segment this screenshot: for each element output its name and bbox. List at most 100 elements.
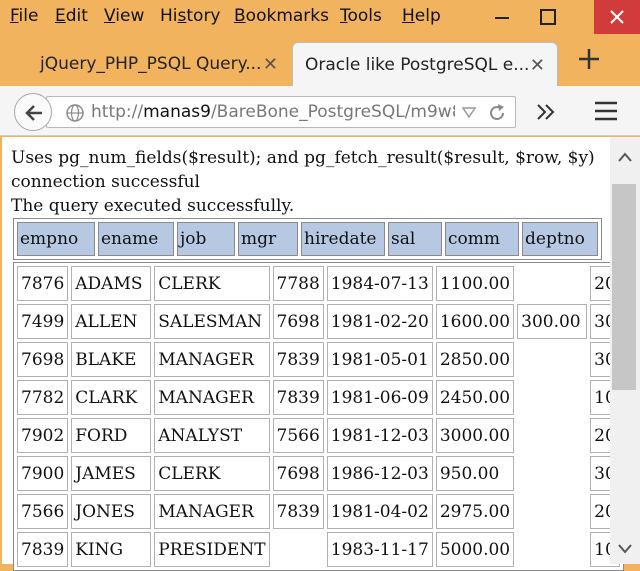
menu-tools[interactable]: Tools (340, 6, 382, 26)
minimize-button[interactable] (478, 0, 526, 34)
maximize-button[interactable] (524, 0, 572, 34)
table-cell-empno: 7698 (17, 342, 69, 377)
table-cell-job: MANAGER (154, 380, 270, 415)
table-cell-mgr (273, 532, 324, 567)
table-cell-mgr: 7839 (272, 494, 324, 529)
page-text-line: The query executed successfully. (11, 196, 295, 216)
table-cell-ename: CLARK (71, 380, 152, 415)
table-cell-mgr: 7566 (272, 418, 324, 453)
column-header: empno (17, 222, 95, 256)
tab-title: jQuery_PHP_PSQL Query... (40, 54, 262, 74)
tab-close-icon[interactable]: ✕ (263, 54, 278, 75)
table-cell-sal: 3000.00 (435, 418, 515, 453)
column-header: sal (388, 222, 442, 256)
table-cell-ename: ALLEN (71, 304, 152, 339)
table-cell-hiredate: 1986-12-03 (326, 456, 433, 491)
table-cell-sal: 5000.00 (435, 532, 515, 567)
table-cell-ename: FORD (71, 418, 152, 453)
table-cell-empno: 7876 (17, 266, 69, 301)
column-header: deptno (522, 222, 598, 256)
table-cell-hiredate: 1981-04-02 (326, 494, 433, 529)
back-button[interactable] (14, 93, 52, 131)
menu-help[interactable]: Help (402, 6, 441, 26)
table-cell-ename: ADAMS (71, 266, 152, 301)
menu-file[interactable]: File (10, 6, 38, 26)
table-cell-ename: JONES (71, 494, 152, 529)
table-cell-hiredate: 1981-02-20 (326, 304, 433, 339)
menu-bookmarks[interactable]: Bookmarks (234, 6, 329, 26)
reload-icon[interactable] (487, 103, 507, 123)
page-text-line: Uses pg_num_fields($result); and pg_fetc… (11, 148, 595, 168)
table-cell-sal: 2850.00 (435, 342, 515, 377)
new-tab-button[interactable] (574, 44, 604, 74)
table-cell-empno: 7902 (17, 418, 69, 453)
hamburger-menu-icon[interactable] (593, 99, 619, 123)
column-header: comm (445, 222, 519, 256)
table-cell-mgr: 7839 (272, 342, 324, 377)
close-window-button[interactable] (594, 0, 640, 34)
page-text-line: connection successful (11, 172, 200, 192)
tab-bar: jQuery_PHP_PSQL Query... ✕ Oracle like P… (0, 34, 640, 86)
table-cell-empno: 7499 (17, 304, 69, 339)
tab-jquery-php-psql[interactable]: jQuery_PHP_PSQL Query... ✕ (28, 42, 290, 86)
menu-edit[interactable]: Edit (55, 6, 88, 26)
table-cell-job: CLERK (154, 266, 270, 301)
table-cell-hiredate: 1984-07-13 (326, 266, 433, 301)
table-cell-comm (517, 380, 587, 415)
dropdown-arrow-icon[interactable] (461, 106, 477, 120)
close-icon (610, 10, 624, 24)
table-cell-sal: 2450.00 (435, 380, 515, 415)
table-cell-mgr: 7698 (272, 304, 324, 339)
menu-view[interactable]: View (104, 6, 144, 26)
globe-icon (66, 104, 84, 122)
table-cell-mgr: 7698 (272, 456, 324, 491)
table-cell-empno: 7566 (17, 494, 69, 529)
table-cell-empno: 7900 (17, 456, 69, 491)
table-cell-empno: 7839 (17, 532, 69, 567)
results-table: 7876 ADAMS CLERK 7788 1984-07-13 1100.00 20 749… (13, 262, 624, 571)
scroll-down-icon[interactable] (616, 542, 634, 556)
table-row: 7782 CLARK MANAGER 7839 1981-06-09 2450.00 10 (17, 380, 620, 415)
navigation-bar: http://manas9/BareBone_PostgreSQL/m9w8/p (0, 86, 640, 136)
table-cell-comm (517, 494, 587, 529)
column-header: hiredate (301, 222, 385, 256)
menu-bar: File Edit View History Bookmarks Tools H… (0, 0, 640, 34)
table-cell-hiredate: 1983-11-17 (326, 532, 433, 567)
tab-close-icon[interactable]: ✕ (530, 55, 545, 76)
table-cell-comm (517, 266, 587, 301)
plus-icon (579, 49, 599, 69)
table-cell-comm (517, 418, 587, 453)
table-cell-hiredate: 1981-12-03 (326, 418, 433, 453)
column-header: job (177, 222, 235, 256)
overflow-chevron-icon[interactable] (534, 102, 558, 122)
table-row: 7566 JONES MANAGER 7839 1981-04-02 2975.00 20 (17, 494, 620, 529)
table-cell-ename: KING (71, 532, 152, 567)
table-cell-hiredate: 1981-05-01 (326, 342, 433, 377)
table-cell-sal: 950.00 (435, 456, 515, 491)
table-cell-sal: 1600.00 (435, 304, 515, 339)
minimize-icon (495, 17, 509, 19)
table-cell-sal: 2975.00 (435, 494, 515, 529)
scrollbar-thumb[interactable] (612, 184, 636, 390)
table-cell-comm (517, 532, 587, 567)
table-cell-job: MANAGER (154, 494, 270, 529)
maximize-icon (540, 9, 556, 25)
column-header: ename (98, 222, 174, 256)
table-row: 7499 ALLEN SALESMAN 7698 1981-02-20 1600.00 30… (17, 304, 620, 339)
back-arrow-icon (25, 105, 42, 121)
table-cell-job: ANALYST (154, 418, 270, 453)
table-cell-job: SALESMAN (154, 304, 270, 339)
column-header-table: empno ename job mgr hiredate sal comm de… (13, 218, 602, 260)
url-text: http://manas9/BareBone_PostgreSQL/m9w8/p (91, 102, 455, 122)
url-bar[interactable]: http://manas9/BareBone_PostgreSQL/m9w8/p (46, 96, 516, 128)
table-cell-comm (517, 342, 587, 377)
table-cell-job: CLERK (154, 456, 270, 491)
table-cell-ename: JAMES (71, 456, 152, 491)
menu-history[interactable]: History (160, 6, 221, 26)
tab-oracle-like-postgresql[interactable]: Oracle like PostgreSQL e... ✕ (292, 42, 558, 86)
table-row: 7876 ADAMS CLERK 7788 1984-07-13 1100.00 20 (17, 266, 620, 301)
table-cell-job: PRESIDENT (154, 532, 270, 567)
table-cell-comm: 300.00 (517, 304, 588, 339)
table-row: 7698 BLAKE MANAGER 7839 1981-05-01 2850.00 30 (17, 342, 620, 377)
scroll-up-icon[interactable] (616, 150, 634, 164)
